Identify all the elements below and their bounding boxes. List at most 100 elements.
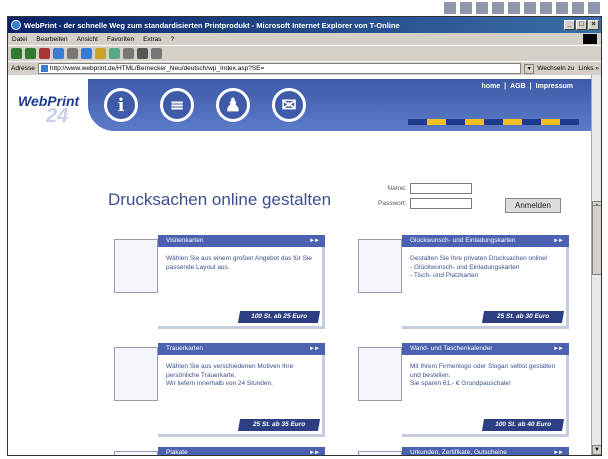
people-icon[interactable]: ♟: [216, 88, 250, 122]
nav-home[interactable]: home: [481, 83, 500, 90]
arrow-icon: ►►: [553, 450, 564, 456]
search-icon[interactable]: [81, 48, 92, 59]
color-bar-segment: [465, 119, 484, 125]
arrow-icon: ►►: [553, 238, 564, 244]
card-header[interactable]: Glückwunsch- und Einladungskarten ►►: [402, 235, 569, 247]
color-bar: [408, 119, 579, 125]
menu-favoriten[interactable]: Favoriten: [107, 36, 134, 43]
address-url: http://www.webprint.de/HTML/Bernecker_Ne…: [49, 65, 265, 72]
color-bar-segment: [408, 119, 427, 125]
address-bar: Adresse http://www.webprint.de/HTML/Bern…: [8, 61, 601, 75]
password-label: Passwort:: [378, 200, 407, 207]
name-field[interactable]: [409, 183, 472, 194]
print-icon[interactable]: [137, 48, 148, 59]
card-header[interactable]: Urkunden, Zertifikate, Gutscheine ►►: [402, 447, 569, 456]
card-header[interactable]: Visitenkarten ►►: [158, 235, 325, 247]
info-icon[interactable]: i: [104, 88, 138, 122]
mail-icon[interactable]: [123, 48, 134, 59]
menu-datei[interactable]: Datei: [12, 36, 27, 43]
card-thumbnail: [114, 347, 158, 401]
card-title: Visitenkarten: [166, 237, 204, 244]
password-field[interactable]: [409, 198, 472, 209]
card-visitenkarten[interactable]: Visitenkarten ►► Wählen Sie aus einem gr…: [110, 235, 325, 333]
page-icon: [40, 65, 48, 72]
color-bar-segment: [446, 119, 465, 125]
edit-icon[interactable]: [151, 48, 162, 59]
color-bar-segment: [560, 119, 579, 125]
menu-ansicht[interactable]: Ansicht: [77, 36, 98, 43]
top-nav: home | AGB | Impressum: [481, 83, 573, 90]
card-header[interactable]: Wand- und Taschenkalender ►►: [402, 343, 569, 355]
back-icon[interactable]: [11, 48, 22, 59]
nav-impressum[interactable]: Impressum: [536, 83, 573, 90]
maximize-button[interactable]: □: [576, 20, 587, 30]
mail-icon[interactable]: ✉: [272, 88, 306, 122]
go-button[interactable]: Wechseln zu: [537, 65, 574, 72]
nav-agb[interactable]: AGB: [510, 83, 526, 90]
arrow-icon: ►►: [309, 238, 320, 244]
stop-icon[interactable]: [39, 48, 50, 59]
menu-extras[interactable]: Extras: [143, 36, 161, 43]
card-thumbnail: [114, 451, 158, 455]
login-button[interactable]: Anmelden: [505, 198, 561, 213]
price-badge[interactable]: 25 St. ab 35 Euro: [237, 419, 321, 431]
card-header[interactable]: Trauerkarten ►►: [158, 343, 325, 355]
site-header: 24 WebPrint i ≡ ♟ ✉ home | AGB | Impress…: [8, 75, 593, 137]
address-label: Adresse: [11, 65, 35, 72]
browser-window: WebPrint - der schnelle Weg zum standard…: [7, 16, 602, 456]
forward-icon[interactable]: [25, 48, 36, 59]
card-text: Wählen Sie aus verschiedenen Motiven Ihr…: [166, 363, 294, 387]
close-button[interactable]: ×: [588, 20, 599, 30]
address-dropdown-button[interactable]: ▾: [524, 63, 535, 74]
menu-help[interactable]: ?: [171, 36, 175, 43]
color-bar-segment: [484, 119, 503, 125]
title-bar: WebPrint - der schnelle Weg zum standard…: [8, 17, 601, 33]
scroll-down-button[interactable]: ▼: [592, 445, 601, 455]
card-header[interactable]: Plakate ►►: [158, 447, 325, 456]
vertical-scrollbar[interactable]: ▲ ▼: [591, 75, 601, 455]
card-title: Plakate: [166, 449, 188, 456]
menu-bar: Datei Bearbeiten Ansicht Favoriten Extra…: [8, 33, 601, 45]
nav-separator: |: [504, 83, 507, 90]
card-kalender[interactable]: Wand- und Taschenkalender ►► Mit Ihrem F…: [354, 343, 569, 441]
price-badge[interactable]: 25 St. ab 30 Euro: [481, 311, 565, 323]
minimize-button[interactable]: _: [564, 20, 575, 30]
home-icon[interactable]: [67, 48, 78, 59]
ie-icon: [11, 20, 21, 30]
card-thumbnail: [114, 239, 158, 293]
stack-icon[interactable]: ≡: [160, 88, 194, 122]
card-title: Trauerkarten: [166, 345, 203, 352]
card-plakate[interactable]: Plakate ►►: [110, 447, 325, 456]
history-icon[interactable]: [109, 48, 120, 59]
card-title: Wand- und Taschenkalender: [410, 345, 493, 352]
card-title: Urkunden, Zertifikate, Gutscheine: [410, 449, 507, 456]
card-thumbnail: [358, 451, 402, 455]
refresh-icon[interactable]: [53, 48, 64, 59]
price-badge[interactable]: 100 St. ab 40 Euro: [481, 419, 565, 431]
links-button[interactable]: Links »: [578, 65, 599, 72]
login-form: Name: Passwort: Anmelden: [378, 183, 561, 213]
name-label: Name:: [387, 185, 407, 192]
color-bar-segment: [427, 119, 446, 125]
address-input[interactable]: http://www.webprint.de/HTML/Bernecker_Ne…: [37, 63, 522, 74]
arrow-icon: ►►: [309, 450, 320, 456]
favorites-icon[interactable]: [95, 48, 106, 59]
site-logo[interactable]: WebPrint: [18, 93, 79, 109]
card-text: Mit Ihrem Firmenlogo oder Slogan selbst …: [410, 363, 556, 387]
color-bar-segment: [503, 119, 522, 125]
menu-bearbeiten[interactable]: Bearbeiten: [36, 36, 67, 43]
color-bar-segment: [541, 119, 560, 125]
price-badge[interactable]: 100 St. ab 25 Euro: [237, 311, 321, 323]
arrow-icon: ►►: [309, 346, 320, 352]
card-urkunden[interactable]: Urkunden, Zertifikate, Gutscheine ►►: [354, 447, 569, 456]
arrow-icon: ►►: [553, 346, 564, 352]
card-glueckwunschkarten[interactable]: Glückwunsch- und Einladungskarten ►► Ges…: [354, 235, 569, 333]
nav-separator: |: [529, 83, 532, 90]
card-title: Glückwunsch- und Einladungskarten: [410, 237, 516, 244]
card-trauerkarten[interactable]: Trauerkarten ►► Wählen Sie aus verschied…: [110, 343, 325, 441]
scrollbar-thumb[interactable]: [592, 205, 601, 275]
card-text: Wählen Sie aus einem großen Angebot das …: [166, 255, 312, 271]
decorative-squares: [444, 2, 600, 14]
window-title: WebPrint - der schnelle Weg zum standard…: [24, 20, 400, 30]
page-viewport: 24 WebPrint i ≡ ♟ ✉ home | AGB | Impress…: [8, 75, 601, 455]
